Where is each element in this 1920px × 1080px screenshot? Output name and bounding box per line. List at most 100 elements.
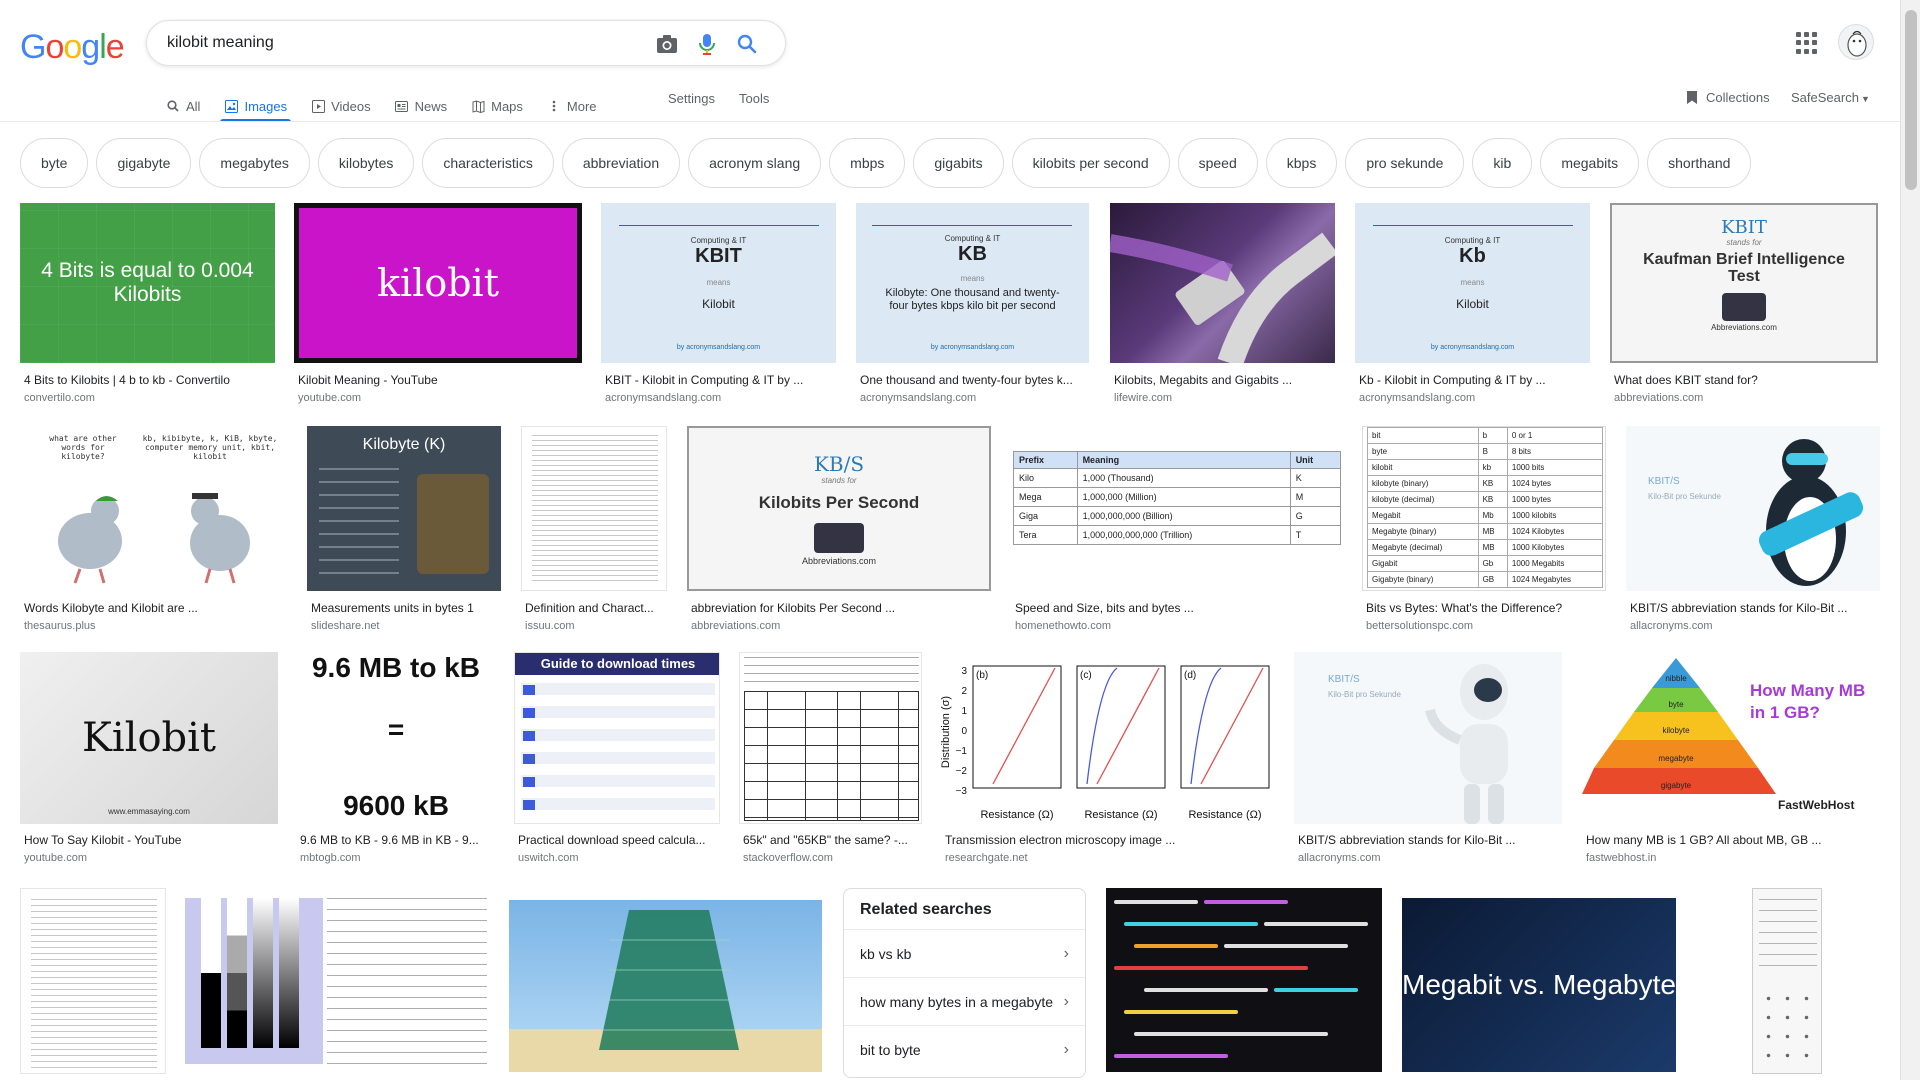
result-source[interactable]: abbreviations.com [691, 620, 780, 632]
refinement-chip[interactable]: speed [1177, 138, 1258, 188]
image-result[interactable]: bit b 0 or 1 byte B 8 bits kilobit kb 1000 bits k… [1362, 426, 1606, 632]
tab-videos[interactable]: Videos [311, 88, 371, 122]
refinement-chip[interactable]: byte [20, 138, 89, 188]
result-title[interactable]: How many MB is 1 GB? All about MB, GB ..… [1586, 833, 1878, 847]
result-source[interactable]: researchgate.net [945, 852, 1028, 864]
related-search-item[interactable]: kb vs kb › [844, 929, 1085, 977]
image-result[interactable]: Distribution (σ) 3 2 1 0 −1 −2 −3 (b) Resistance … [941, 652, 1274, 867]
result-title[interactable]: KBIT/S abbreviation stands for Kilo-Bit … [1630, 601, 1880, 615]
image-result[interactable]: KBIT stands for Kaufman Brief Intelligen… [1610, 203, 1878, 404]
image-result[interactable]: Kilobyte (K) Measurements units in bytes… [307, 426, 501, 632]
refinement-chip[interactable]: gigabyte [96, 138, 192, 188]
image-result[interactable]: Computing & IT KBIT means Kilobit by acr… [601, 203, 836, 404]
result-title[interactable]: Bits vs Bytes: What's the Difference? [1366, 601, 1606, 615]
refinement-chip[interactable]: kib [1472, 138, 1533, 188]
refinement-chip[interactable]: shorthand [1647, 138, 1752, 188]
result-title[interactable]: Definition and Charact... [525, 601, 667, 615]
search-box[interactable] [146, 20, 786, 66]
page-scrollbar[interactable] [1900, 0, 1920, 1080]
tab-maps[interactable]: Maps [471, 88, 523, 122]
tab-news[interactable]: News [395, 88, 447, 122]
result-source[interactable]: acronymsandslang.com [860, 392, 976, 404]
result-source[interactable]: convertilo.com [24, 392, 95, 404]
image-result[interactable]: kilobit Kilobit Meaning - YouTube youtub… [294, 203, 582, 404]
related-search-item[interactable]: bit to byte › [844, 1025, 1085, 1073]
image-result[interactable]: KB/S stands for Kilobits Per Second Abbr… [687, 426, 991, 632]
image-result[interactable]: KBIT/S Kilo-Bit pro Sekunde KBIT/S abbre… [1626, 426, 1880, 632]
refinement-chip[interactable]: mbps [829, 138, 906, 188]
tab-all[interactable]: All [166, 88, 200, 122]
result-title[interactable]: Speed and Size, bits and bytes ... [1015, 601, 1343, 615]
tools-link[interactable]: Tools [739, 91, 769, 106]
result-source[interactable]: fastwebhost.in [1586, 852, 1656, 864]
image-result[interactable]: Kilobit www.emmasaying.com How To Say Ki… [20, 652, 278, 867]
refinement-chip[interactable]: megabits [1540, 138, 1640, 188]
scrollbar-thumb[interactable] [1905, 10, 1917, 190]
google-apps-icon[interactable] [1796, 32, 1818, 54]
refinement-chip[interactable]: kilobytes [317, 138, 415, 188]
image-result[interactable]: Definition and Charact... issuu.com [521, 426, 667, 632]
result-title[interactable]: Kilobits, Megabits and Gigabits ... [1114, 373, 1335, 387]
image-result[interactable] [185, 888, 489, 1080]
tab-images[interactable]: Images [220, 88, 291, 122]
result-source[interactable]: mbtogb.com [300, 852, 361, 864]
result-title[interactable]: KBIT/S abbreviation stands for Kilo-Bit … [1298, 833, 1562, 847]
result-source[interactable]: uswitch.com [518, 852, 579, 864]
microphone-icon[interactable] [695, 32, 719, 56]
result-title[interactable]: Practical download speed calcula... [518, 833, 720, 847]
result-source[interactable]: youtube.com [298, 392, 361, 404]
image-result[interactable]: nibble byte kilobyte megabyte gigabyte How M… [1582, 652, 1878, 867]
result-title[interactable]: What does KBIT stand for? [1614, 373, 1878, 387]
refinement-chip[interactable]: megabytes [199, 138, 310, 188]
result-title[interactable]: Words Kilobyte and Kilobit are ... [24, 601, 288, 615]
search-icon[interactable] [735, 32, 759, 56]
result-source[interactable]: issuu.com [525, 620, 575, 632]
image-result[interactable]: 65k" and "65KB" the same? -... stackover… [739, 652, 922, 867]
result-title[interactable]: KBIT - Kilobit in Computing & IT by ... [605, 373, 835, 387]
result-source[interactable]: allacronyms.com [1630, 620, 1713, 632]
result-title[interactable]: Kilobit Meaning - YouTube [298, 373, 582, 387]
safesearch-menu[interactable]: SafeSearch ▼ [1791, 90, 1870, 105]
result-title[interactable]: 65k" and "65KB" the same? -... [743, 833, 922, 847]
image-result[interactable]: Prefix Meaning Unit Kilo 1,000 (Thousand) K Me… [1011, 426, 1343, 632]
image-result[interactable]: Computing & IT Kb means Kilobit by acron… [1355, 203, 1590, 404]
result-source[interactable]: youtube.com [24, 852, 87, 864]
camera-icon[interactable] [655, 32, 679, 56]
refinement-chip[interactable]: abbreviation [561, 138, 681, 188]
collections-link[interactable]: Collections [1686, 90, 1770, 105]
result-source[interactable]: acronymsandslang.com [605, 392, 721, 404]
image-result[interactable]: 4 Bits is equal to 0.004 Kilobits 4 Bits… [20, 203, 275, 404]
result-title[interactable]: Measurements units in bytes 1 [311, 601, 501, 615]
image-result[interactable]: Computing & IT KB means Kilobyte: One th… [856, 203, 1089, 404]
result-source[interactable]: homenethowto.com [1015, 620, 1111, 632]
result-title[interactable]: 9.6 MB to KB - 9.6 MB in KB - 9... [300, 833, 496, 847]
image-result[interactable]: Kilobits, Megabits and Gigabits ... life… [1110, 203, 1335, 404]
result-source[interactable]: abbreviations.com [1614, 392, 1703, 404]
image-result[interactable]: Guide to download times Practical downlo… [514, 652, 720, 867]
tab-more[interactable]: More [547, 88, 597, 122]
refinement-chip[interactable]: pro sekunde [1345, 138, 1465, 188]
result-title[interactable]: One thousand and twenty-four bytes k... [860, 373, 1089, 387]
settings-link[interactable]: Settings [668, 91, 715, 106]
image-result[interactable] [1106, 888, 1382, 1080]
result-title[interactable]: Transmission electron microscopy image .… [945, 833, 1274, 847]
result-source[interactable]: acronymsandslang.com [1359, 392, 1475, 404]
image-result[interactable] [509, 888, 822, 1080]
result-source[interactable]: bettersolutionspc.com [1366, 620, 1473, 632]
result-title[interactable]: abbreviation for Kilobits Per Second ... [691, 601, 991, 615]
image-result[interactable]: what are other words for kilobyte? kb, k… [20, 426, 288, 632]
refinement-chip[interactable]: kilobits per second [1011, 138, 1170, 188]
related-search-item[interactable]: how many bytes in a megabyte › [844, 977, 1085, 1025]
google-logo[interactable]: Google [20, 28, 125, 67]
image-result[interactable] [1752, 888, 1878, 1080]
image-result[interactable]: Megabit vs. Megabyte [1402, 888, 1676, 1080]
image-result[interactable]: 9.6 MB to kB = 9600 kB 9.6 MB to KB - 9.… [296, 652, 496, 867]
search-input[interactable] [167, 34, 647, 52]
result-source[interactable]: lifewire.com [1114, 392, 1172, 404]
result-source[interactable]: thesaurus.plus [24, 620, 96, 632]
refinement-chip[interactable]: characteristics [422, 138, 554, 188]
image-result[interactable] [20, 888, 166, 1080]
refinement-chip[interactable]: gigabits [913, 138, 1004, 188]
image-result[interactable]: KBIT/S Kilo-Bit pro Sekunde KBIT/S abbre… [1294, 652, 1562, 867]
result-source[interactable]: stackoverflow.com [743, 852, 833, 864]
